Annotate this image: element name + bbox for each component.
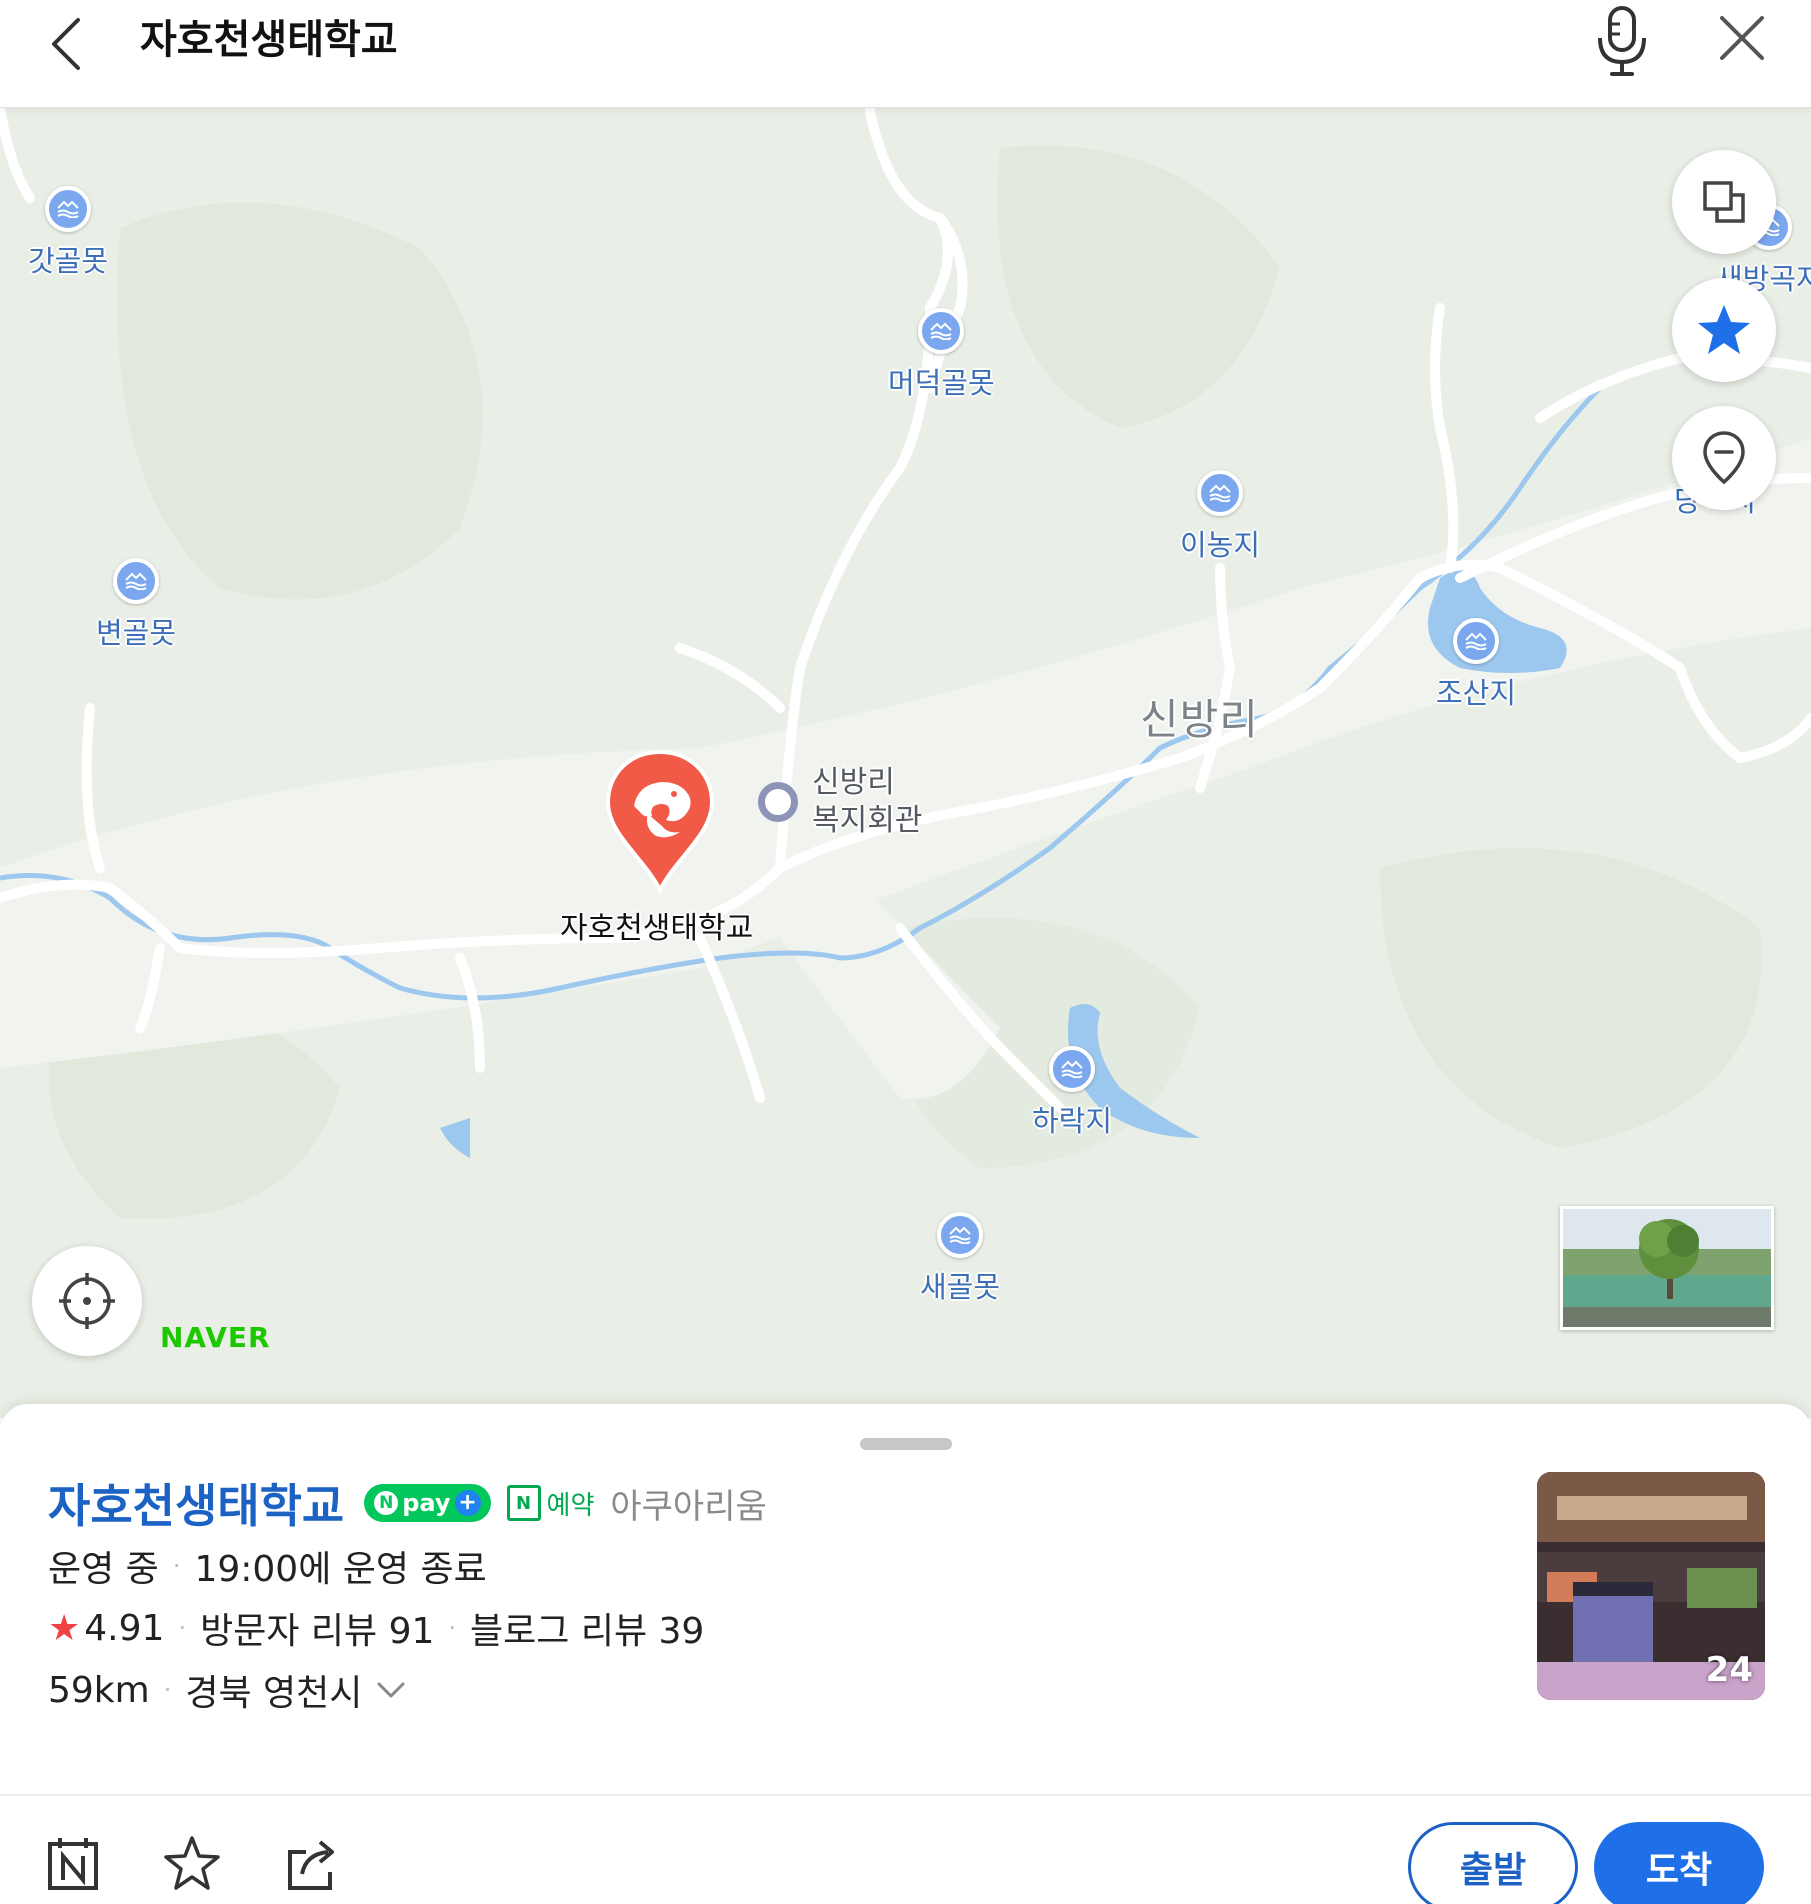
favorites-button[interactable] — [1672, 278, 1776, 382]
map-terrain — [0, 108, 1811, 1418]
npay-badge: N pay + — [364, 1484, 491, 1522]
poi-water-4[interactable]: 이농지 — [1180, 470, 1260, 564]
poi-water-2[interactable]: 머덕골못 — [888, 308, 995, 402]
action-bar-divider — [0, 1794, 1811, 1796]
place-name[interactable]: 자호천생태학교 — [48, 1470, 344, 1536]
water-icon — [1049, 1046, 1096, 1092]
blog-reviews[interactable]: 블로그 리뷰 39 — [470, 1602, 704, 1654]
map-view[interactable]: 갓골못 머덕골못 새방곡저 이농지 변골못 조산지 하락지 새골못 당ㅁ지 신방… — [0, 108, 1811, 1418]
location-row[interactable]: 59km · 경북 영천시 — [48, 1664, 406, 1716]
poi-label: 하락지 — [1032, 1104, 1113, 1138]
save-star-icon[interactable] — [162, 1834, 222, 1894]
poi-water-6[interactable]: 조산지 — [1436, 618, 1516, 712]
water-icon — [113, 558, 160, 604]
depart-button[interactable]: 출발 — [1408, 1822, 1578, 1904]
poi-building[interactable]: 신방리 복지회관 — [758, 764, 922, 840]
rating-value: 4.91 — [84, 1607, 165, 1649]
chevron-down-icon[interactable] — [376, 1680, 406, 1700]
place-title-row: 자호천생태학교 N pay + N 예약 아쿠아리움 — [48, 1470, 767, 1536]
selected-place-pin-icon[interactable] — [604, 748, 716, 894]
water-icon — [918, 308, 965, 354]
water-icon — [937, 1212, 984, 1258]
closing-time: 19:00에 운영 종료 — [194, 1549, 487, 1590]
poi-label: 새골못 — [920, 1270, 1001, 1304]
village-label: 신방리 — [1140, 695, 1259, 744]
layers-button[interactable] — [1672, 150, 1776, 254]
arrive-button[interactable]: 도착 — [1594, 1822, 1764, 1904]
review-row: ★ 4.91 · 방문자 리뷰 91 · 블로그 리뷰 39 — [48, 1602, 704, 1654]
close-icon[interactable] — [1716, 10, 1768, 66]
pin-mode-button[interactable] — [1672, 406, 1776, 510]
dot-separator: · — [448, 1614, 457, 1642]
poi-water-7[interactable]: 하락지 — [1032, 1046, 1112, 1140]
rating-star-icon: ★ — [48, 1607, 81, 1649]
poi-label: 변골못 — [96, 616, 177, 650]
reservation-text: 예약 — [546, 1490, 595, 1521]
search-query-text[interactable]: 자호천생태학교 — [140, 10, 398, 70]
place-info-sheet: 자호천생태학교 N pay + N 예약 아쿠아리움 운영 중 · 19:00에… — [0, 1404, 1811, 1904]
calendar-n-icon: N — [506, 1485, 541, 1521]
back-arrow-icon[interactable] — [40, 12, 96, 76]
poi-label: 갓골못 — [28, 244, 109, 278]
place-photo[interactable]: 24 — [1537, 1472, 1765, 1700]
npay-text: pay — [402, 1489, 451, 1517]
selected-place-label: 자호천생태학교 — [560, 911, 754, 946]
search-bar: 자호천생태학교 — [0, 0, 1811, 108]
layers-icon — [1703, 181, 1745, 223]
poi-label: 머덕골못 — [888, 366, 995, 400]
poi-label: 조산지 — [1436, 676, 1517, 710]
poi-label: 이농지 — [1180, 528, 1261, 562]
dot-separator: · — [172, 1552, 181, 1580]
poi-water-5[interactable]: 변골못 — [96, 558, 176, 652]
photo-count: 24 — [1705, 1650, 1753, 1690]
plus-icon: + — [454, 1490, 481, 1516]
region: 경북 영천시 — [185, 1673, 363, 1714]
crosshair-icon — [59, 1273, 115, 1329]
water-icon — [1197, 470, 1244, 516]
star-icon — [1698, 305, 1750, 354]
naver-logo: NAVER — [160, 1321, 271, 1354]
share-icon[interactable] — [282, 1834, 342, 1894]
building-label-line1: 신방리 — [812, 765, 895, 800]
building-dot-icon — [758, 782, 798, 822]
naver-reservation-icon[interactable] — [44, 1834, 104, 1894]
microphone-icon[interactable] — [1594, 4, 1650, 78]
pin-outline-icon — [1703, 431, 1745, 485]
street-view-image — [1563, 1209, 1771, 1327]
distance: 59km — [48, 1669, 150, 1711]
poi-water-8[interactable]: 새골못 — [920, 1212, 1000, 1306]
dot-separator: · — [178, 1614, 187, 1642]
building-label-line2: 복지회관 — [812, 803, 923, 838]
sheet-drag-handle[interactable] — [860, 1438, 952, 1450]
street-view-thumbnail[interactable] — [1560, 1206, 1774, 1330]
current-location-button[interactable] — [32, 1246, 142, 1356]
npay-n-icon: N — [374, 1491, 399, 1515]
place-category: 아쿠아리움 — [610, 1486, 767, 1527]
dot-separator: · — [163, 1676, 172, 1704]
water-icon — [45, 186, 92, 232]
operating-status: 운영 중 — [48, 1549, 159, 1590]
operating-status-row: 운영 중 · 19:00에 운영 종료 — [48, 1540, 487, 1592]
visitor-reviews[interactable]: 방문자 리뷰 91 — [200, 1602, 434, 1654]
reservation-badge[interactable]: N 예약 — [506, 1485, 595, 1522]
water-icon — [1453, 618, 1500, 664]
poi-water-1[interactable]: 갓골못 — [28, 186, 108, 280]
